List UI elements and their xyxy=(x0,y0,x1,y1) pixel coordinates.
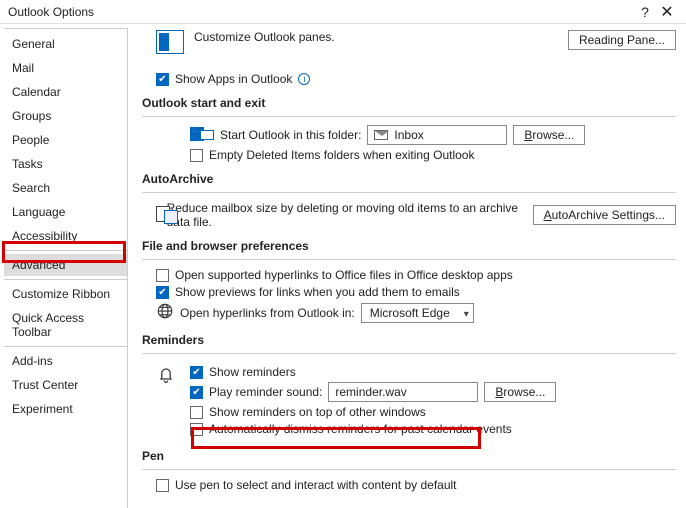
use-pen-checkbox[interactable] xyxy=(156,479,169,492)
sidebar-item-trust-center[interactable]: Trust Center xyxy=(4,374,127,396)
sidebar-item-qat[interactable]: Quick Access Toolbar xyxy=(4,307,127,343)
customize-panes-label: Customize Outlook panes. xyxy=(194,30,335,44)
browse-sound-button[interactable]: Browse... xyxy=(484,382,556,402)
show-previews-label: Show previews for links when you add the… xyxy=(175,285,460,299)
sidebar-item-advanced[interactable]: Advanced xyxy=(4,254,127,276)
sidebar-item-groups[interactable]: Groups xyxy=(4,105,127,127)
auto-dismiss-label: Automatically dismiss reminders for past… xyxy=(209,422,512,436)
sidebar: General Mail Calendar Groups People Task… xyxy=(4,28,128,508)
section-autoarchive: AutoArchive xyxy=(142,172,676,186)
panes-icon xyxy=(156,30,184,54)
sidebar-item-customize-ribbon[interactable]: Customize Ribbon xyxy=(4,283,127,305)
sidebar-item-addins[interactable]: Add-ins xyxy=(4,350,127,372)
sidebar-item-language[interactable]: Language xyxy=(4,201,127,223)
window-title: Outlook Options xyxy=(8,5,94,19)
reminders-on-top-label: Show reminders on top of other windows xyxy=(209,405,426,419)
content-pane: Customize Outlook panes. Reading Pane...… xyxy=(128,24,686,508)
sidebar-item-accessibility[interactable]: Accessibility xyxy=(4,225,127,247)
sidebar-item-tasks[interactable]: Tasks xyxy=(4,153,127,175)
close-button[interactable]: ✕ xyxy=(656,2,678,22)
archive-icon xyxy=(156,204,161,226)
info-icon[interactable] xyxy=(298,73,310,85)
empty-deleted-label: Empty Deleted Items folders when exiting… xyxy=(209,148,474,162)
section-file-browser: File and browser preferences xyxy=(142,239,676,253)
show-previews-checkbox[interactable] xyxy=(156,286,169,299)
open-office-label: Open supported hyperlinks to Office file… xyxy=(175,268,513,282)
bell-icon xyxy=(156,362,176,439)
sidebar-item-general[interactable]: General xyxy=(4,33,127,55)
titlebar: Outlook Options ? ✕ xyxy=(0,0,686,24)
help-button[interactable]: ? xyxy=(634,4,656,20)
autoarchive-settings-button[interactable]: AutoArchive Settings... xyxy=(533,205,676,225)
sidebar-item-search[interactable]: Search xyxy=(4,177,127,199)
play-sound-checkbox[interactable] xyxy=(190,386,203,399)
section-reminders: Reminders xyxy=(142,333,676,347)
start-folder-field[interactable]: Inbox xyxy=(367,125,507,145)
sidebar-item-calendar[interactable]: Calendar xyxy=(4,81,127,103)
sidebar-item-experiment[interactable]: Experiment xyxy=(4,398,127,420)
section-pen: Pen xyxy=(142,449,676,463)
open-office-checkbox[interactable] xyxy=(156,269,169,282)
autoarchive-desc: Reduce mailbox size by deleting or movin… xyxy=(167,201,527,229)
show-reminders-label: Show reminders xyxy=(209,365,296,379)
show-reminders-checkbox[interactable] xyxy=(190,366,203,379)
browse-start-folder-button[interactable]: Browse... xyxy=(513,125,585,145)
outlook-start-icon xyxy=(190,125,214,145)
show-apps-checkbox[interactable] xyxy=(156,73,169,86)
show-apps-label: Show Apps in Outlook xyxy=(175,72,292,86)
sound-field[interactable]: reminder.wav xyxy=(328,382,478,402)
auto-dismiss-checkbox[interactable] xyxy=(190,423,203,436)
open-links-label: Open hyperlinks from Outlook in: xyxy=(180,306,355,320)
empty-deleted-checkbox[interactable] xyxy=(190,149,203,162)
inbox-icon xyxy=(374,130,388,140)
globe-icon xyxy=(156,302,174,323)
start-folder-label: Start Outlook in this folder: xyxy=(220,128,361,142)
play-sound-label: Play reminder sound: xyxy=(209,385,322,399)
sidebar-item-mail[interactable]: Mail xyxy=(4,57,127,79)
reminders-on-top-checkbox[interactable] xyxy=(190,406,203,419)
sidebar-item-people[interactable]: People xyxy=(4,129,127,151)
section-start-exit: Outlook start and exit xyxy=(142,96,676,110)
use-pen-label: Use pen to select and interact with cont… xyxy=(175,478,457,492)
reading-pane-button[interactable]: Reading Pane... xyxy=(568,30,676,50)
browser-combo[interactable]: Microsoft Edge xyxy=(361,303,474,323)
